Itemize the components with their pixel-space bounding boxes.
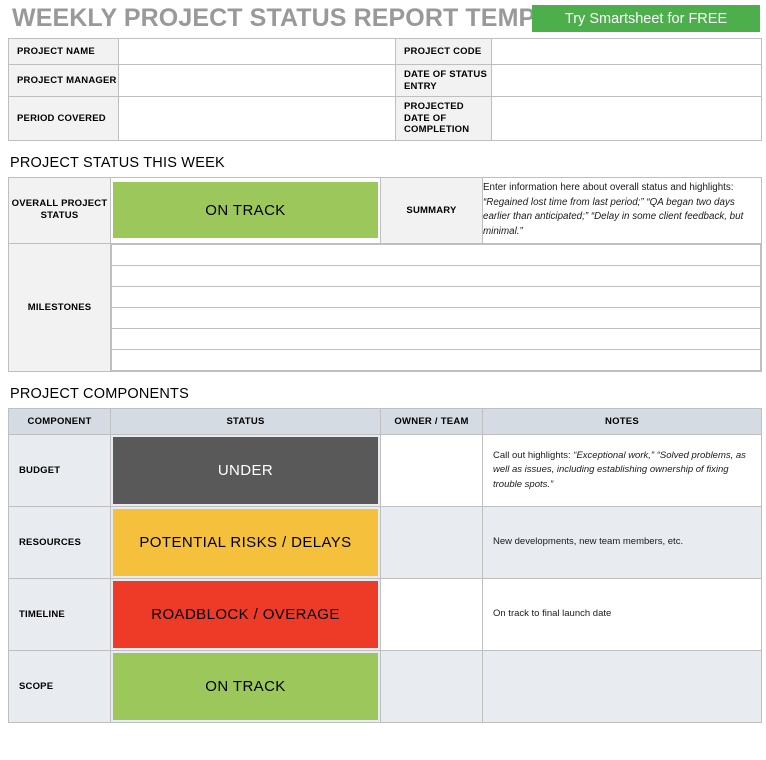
project-info-section: PROJECT NAME PROJECT CODE PROJECT MANAGE…: [0, 38, 766, 141]
milestone-row: [111, 243, 761, 266]
component-owner-cell[interactable]: [380, 505, 483, 579]
project-code-input[interactable]: [491, 38, 762, 65]
column-header-notes: NOTES: [482, 407, 762, 435]
component-status-cell[interactable]: ROADBLOCK / OVERAGE: [110, 577, 381, 651]
milestones-body: [111, 243, 761, 371]
component-owner-cell[interactable]: [380, 577, 483, 651]
table-row: TIMELINE ROADBLOCK / OVERAGE On track to f…: [8, 577, 762, 651]
milestones-row: MILESTONES: [8, 242, 762, 372]
milestone-input[interactable]: [111, 306, 761, 329]
summary-lead-text: Enter information here about overall sta…: [483, 182, 734, 194]
component-name-cell: SCOPE: [8, 649, 111, 723]
project-code-label: PROJECT CODE: [395, 38, 492, 65]
summary-text[interactable]: Enter information here about overall sta…: [482, 176, 762, 244]
project-status-body: OVERALL PROJECT STATUS ON TRACK SUMMARY …: [8, 176, 762, 372]
table-row: PROJECT NAME PROJECT CODE: [8, 38, 762, 65]
overall-status-row: OVERALL PROJECT STATUS ON TRACK SUMMARY …: [8, 176, 762, 244]
milestones-cell: [110, 242, 762, 372]
project-name-label: PROJECT NAME: [8, 38, 119, 65]
project-info-body: PROJECT NAME PROJECT CODE PROJECT MANAGE…: [8, 38, 762, 141]
date-of-status-entry-label: DATE OF STATUS ENTRY: [395, 63, 492, 98]
component-name-cell: TIMELINE: [8, 577, 111, 651]
date-of-status-entry-input[interactable]: [491, 63, 762, 98]
period-covered-label: PERIOD COVERED: [8, 96, 119, 141]
project-status-section: OVERALL PROJECT STATUS ON TRACK SUMMARY …: [0, 176, 766, 372]
page-title: WEEKLY PROJECT STATUS REPORT TEMPLATE: [12, 4, 600, 32]
components-body: BUDGET UNDER Call out highlights: “Excepti…: [8, 433, 762, 723]
period-covered-input[interactable]: [118, 96, 396, 141]
component-name-cell: RESOURCES: [8, 505, 111, 579]
milestone-input[interactable]: [111, 243, 761, 266]
project-components-heading: PROJECT COMPONENTS: [10, 385, 189, 402]
column-header-owner: OWNER / TEAM: [380, 407, 483, 435]
project-components-section: COMPONENT STATUS OWNER / TEAM NOTES BUDG…: [0, 407, 766, 723]
project-components-table: COMPONENT STATUS OWNER / TEAM NOTES BUDG…: [8, 407, 762, 723]
component-notes-cell[interactable]: New developments, new team members, etc.: [482, 505, 762, 579]
page-header: WEEKLY PROJECT STATUS REPORT TEMPLATE Tr…: [0, 0, 766, 38]
try-smartsheet-button[interactable]: Try Smartsheet for FREE: [532, 5, 760, 32]
milestone-row: [111, 327, 761, 350]
component-owner-cell[interactable]: [380, 433, 483, 507]
notes-lead-text: Call out highlights:: [493, 450, 574, 462]
overall-status-chip-host: ON TRACK: [111, 182, 380, 239]
component-status-cell[interactable]: POTENTIAL RISKS / DELAYS: [110, 505, 381, 579]
project-manager-input[interactable]: [118, 63, 396, 98]
component-status-cell[interactable]: UNDER: [110, 433, 381, 507]
column-header-component: COMPONENT: [8, 407, 111, 435]
component-status-chip[interactable]: UNDER: [113, 436, 378, 504]
components-header-row: COMPONENT STATUS OWNER / TEAM NOTES: [8, 407, 762, 435]
project-manager-label: PROJECT MANAGER: [8, 63, 119, 98]
milestone-row: [111, 348, 761, 371]
component-name-cell: BUDGET: [8, 433, 111, 507]
column-header-status: STATUS: [110, 407, 381, 435]
milestone-row: [111, 264, 761, 287]
table-row: BUDGET UNDER Call out highlights: “Excepti…: [8, 433, 762, 507]
components-header: COMPONENT STATUS OWNER / TEAM NOTES: [8, 407, 762, 435]
component-status-chip[interactable]: ROADBLOCK / OVERAGE: [113, 580, 378, 648]
milestone-row: [111, 306, 761, 329]
milestone-input[interactable]: [111, 327, 761, 350]
overall-status-chip[interactable]: ON TRACK: [113, 182, 378, 239]
component-owner-cell[interactable]: [380, 649, 483, 723]
table-row: SCOPE ON TRACK: [8, 649, 762, 723]
project-info-table: PROJECT NAME PROJECT CODE PROJECT MANAGE…: [8, 38, 762, 141]
component-notes-cell[interactable]: [482, 649, 762, 723]
component-status-chip[interactable]: ON TRACK: [113, 652, 378, 720]
component-status-chip[interactable]: POTENTIAL RISKS / DELAYS: [113, 508, 378, 576]
summary-quote-text: “Regained lost time from last period;” “…: [483, 196, 744, 237]
milestones-table: [111, 243, 761, 371]
table-row: PROJECT MANAGER DATE OF STATUS ENTRY: [8, 63, 762, 98]
overall-status-label: OVERALL PROJECT STATUS: [8, 176, 111, 244]
milestone-input[interactable]: [111, 285, 761, 308]
project-status-heading: PROJECT STATUS THIS WEEK: [10, 154, 225, 171]
project-name-input[interactable]: [118, 38, 396, 65]
table-row: PERIOD COVERED PROJECTED DATE OF COMPLET…: [8, 96, 762, 141]
overall-status-cell[interactable]: ON TRACK: [110, 176, 381, 244]
table-row: RESOURCES POTENTIAL RISKS / DELAYS New dev…: [8, 505, 762, 579]
milestones-label: MILESTONES: [8, 242, 111, 372]
milestone-input[interactable]: [111, 264, 761, 287]
projected-date-of-completion-label: PROJECTED DATE OF COMPLETION: [395, 96, 492, 141]
component-notes-cell[interactable]: On track to final launch date: [482, 577, 762, 651]
milestone-row: [111, 285, 761, 308]
milestone-input[interactable]: [111, 348, 761, 371]
project-status-table: OVERALL PROJECT STATUS ON TRACK SUMMARY …: [8, 176, 762, 372]
component-notes-cell[interactable]: Call out highlights: “Exceptional work,”…: [482, 433, 762, 507]
projected-date-of-completion-input[interactable]: [491, 96, 762, 141]
summary-label: SUMMARY: [380, 176, 483, 244]
component-status-cell[interactable]: ON TRACK: [110, 649, 381, 723]
